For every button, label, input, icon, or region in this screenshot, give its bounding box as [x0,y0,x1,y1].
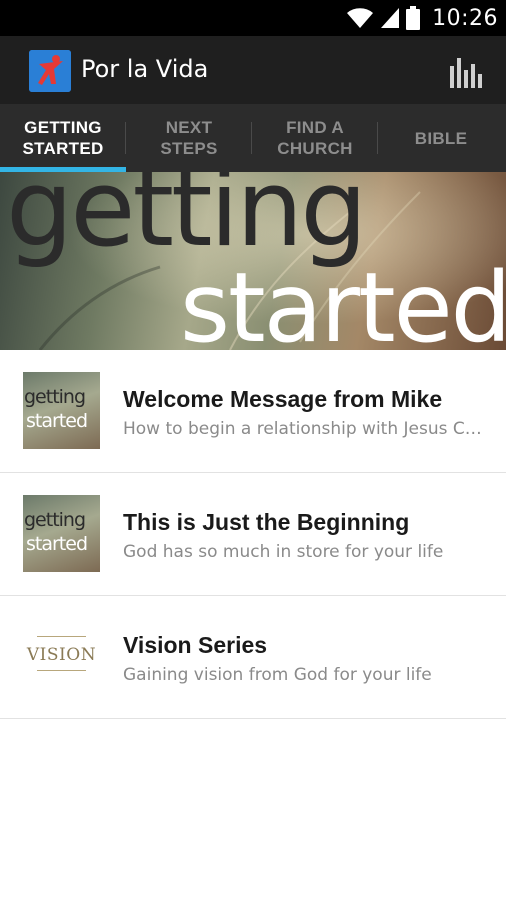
vision-rule-bottom [37,670,86,671]
item-subtitle: How to begin a relationship with Jesus C… [123,419,483,439]
thumb-line1: getting [24,386,86,408]
item-subtitle: Gaining vision from God for your life [123,665,432,685]
item-subtitle: God has so much in store for your life [123,542,444,562]
tab-label: NEXT STEPS [160,118,218,158]
getting-started-banner: getting started [0,172,506,350]
signal-icon [380,7,400,29]
list-item[interactable]: getting started Welcome Message from Mik… [0,350,506,473]
item-title: Welcome Message from Mike [123,386,443,412]
tab-bible[interactable]: BIBLE [378,104,504,172]
message-list: getting started Welcome Message from Mik… [0,350,506,719]
list-item[interactable]: VISION Vision Series Gaining vision from… [0,596,506,719]
battery-icon [406,6,421,30]
thumb-line1: getting [24,509,86,531]
app-logo-icon[interactable] [29,50,71,92]
status-time: 10:26 [432,5,498,31]
tab-find-a-church[interactable]: FIND A CHURCH [252,104,378,172]
thumb-line2: started [26,410,88,432]
item-thumbnail: getting started [23,495,100,572]
banner-word-getting: getting [6,172,368,270]
banner-word-started: started [180,252,506,350]
item-thumbnail: VISION [23,618,100,695]
tab-label: BIBLE [414,128,468,148]
tab-next-steps[interactable]: NEXT STEPS [126,104,252,172]
item-title: Vision Series [123,632,268,658]
app-title: Por la Vida [81,55,209,83]
tab-bar: GETTING STARTED NEXT STEPS FIND A CHURCH… [0,104,506,172]
tab-label: FIND A CHURCH [277,118,353,158]
thumb-line2: started [26,533,88,555]
list-item[interactable]: getting started This is Just the Beginni… [0,473,506,596]
action-bar: Por la Vida [0,36,506,104]
wifi-icon [346,7,374,29]
status-bar: 10:26 [0,0,506,36]
tab-getting-started[interactable]: GETTING STARTED [0,104,126,172]
thumb-vision-text: VISION [26,645,97,665]
item-thumbnail: getting started [23,372,100,449]
bar-chart-icon[interactable] [446,54,486,88]
tab-label: GETTING STARTED [22,118,104,158]
vision-rule-top [37,636,86,637]
item-title: This is Just the Beginning [123,509,410,535]
